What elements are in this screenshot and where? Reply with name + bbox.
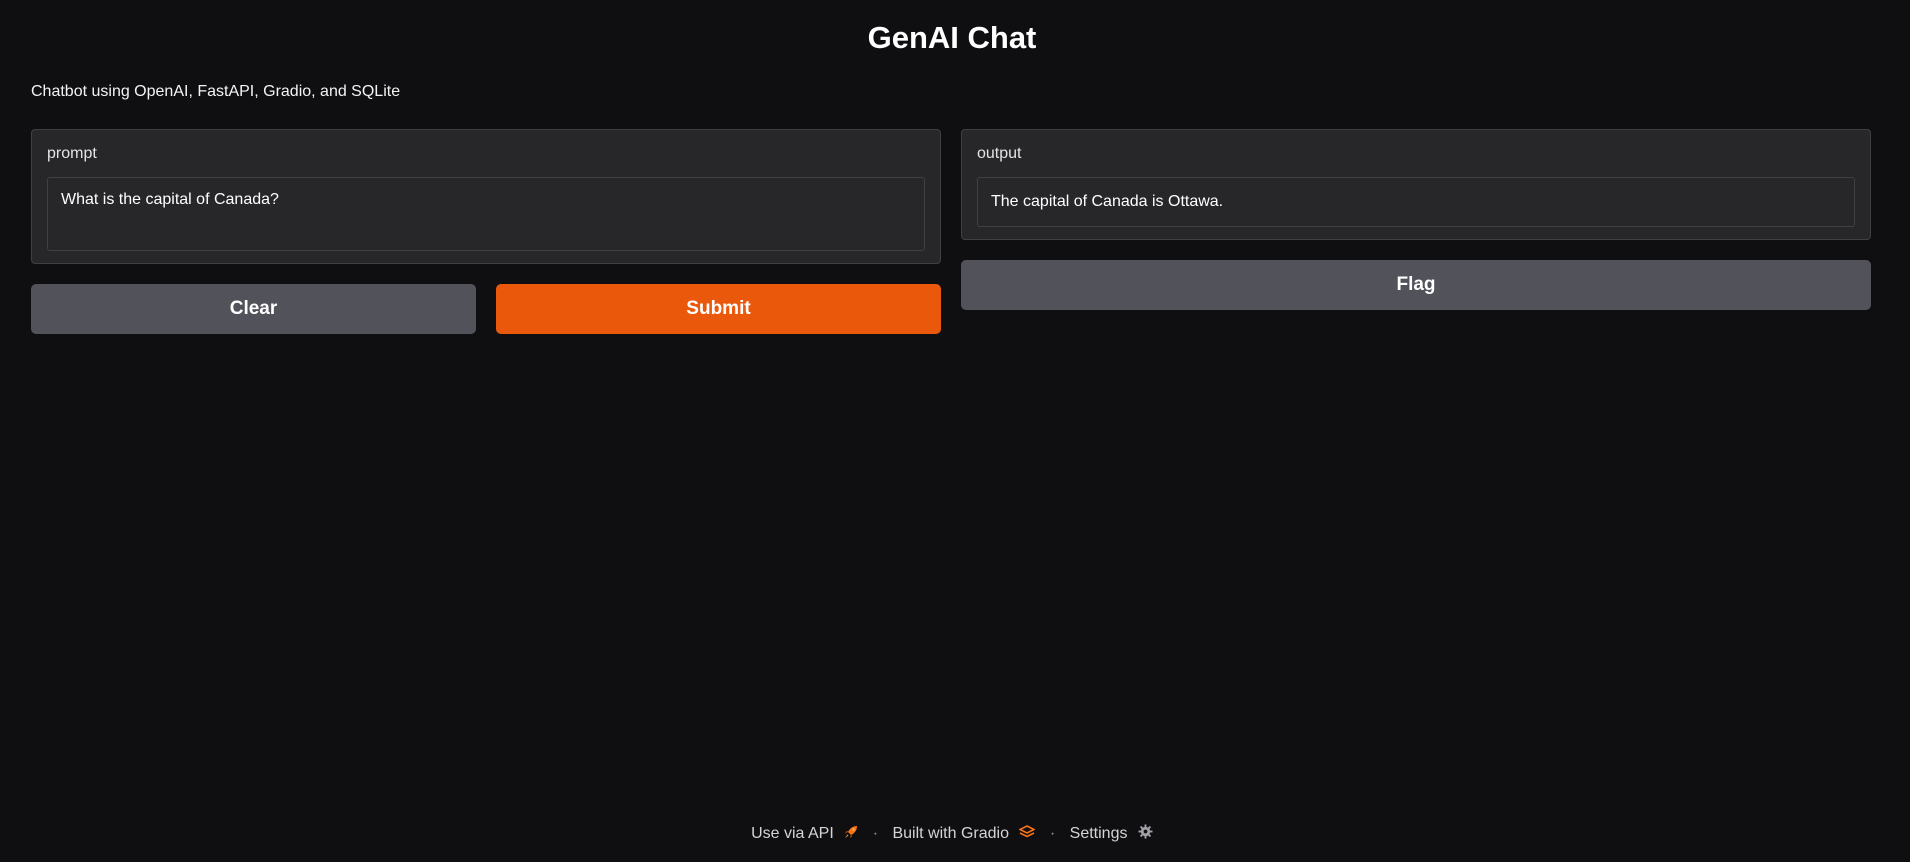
submit-button[interactable]: Submit — [496, 284, 941, 334]
footer: Use via API · Built with Gradio · Settin… — [0, 824, 1904, 844]
footer-separator: · — [872, 825, 879, 843]
rocket-icon — [844, 825, 858, 844]
use-via-api-link[interactable]: Use via API — [751, 825, 863, 842]
app-container: GenAI Chat Chatbot using OpenAI, FastAPI… — [0, 0, 1910, 862]
settings-link[interactable]: Settings — [1069, 824, 1153, 844]
built-with-gradio-label: Built with Gradio — [892, 825, 1009, 843]
built-with-gradio-link[interactable]: Built with Gradio — [892, 824, 1039, 844]
page-title: GenAI Chat — [867, 20, 1037, 55]
gradio-logo-icon — [1018, 824, 1037, 844]
prompt-input[interactable]: What is the capital of Canada? — [47, 177, 925, 251]
output-textbox[interactable]: The capital of Canada is Ottawa. — [977, 177, 1855, 227]
page-description: Chatbot using OpenAI, FastAPI, Gradio, a… — [31, 83, 401, 100]
use-via-api-label: Use via API — [751, 825, 834, 843]
output-panel: output The capital of Canada is Ottawa. — [961, 129, 1871, 240]
clear-button[interactable]: Clear — [31, 284, 476, 334]
flag-button[interactable]: Flag — [961, 260, 1871, 310]
output-label: output — [977, 145, 1022, 162]
prompt-panel: prompt What is the capital of Canada? — [31, 129, 941, 264]
footer-separator: · — [1049, 825, 1056, 843]
prompt-label: prompt — [47, 145, 97, 162]
settings-label: Settings — [1069, 825, 1128, 843]
gear-icon — [1138, 824, 1153, 844]
